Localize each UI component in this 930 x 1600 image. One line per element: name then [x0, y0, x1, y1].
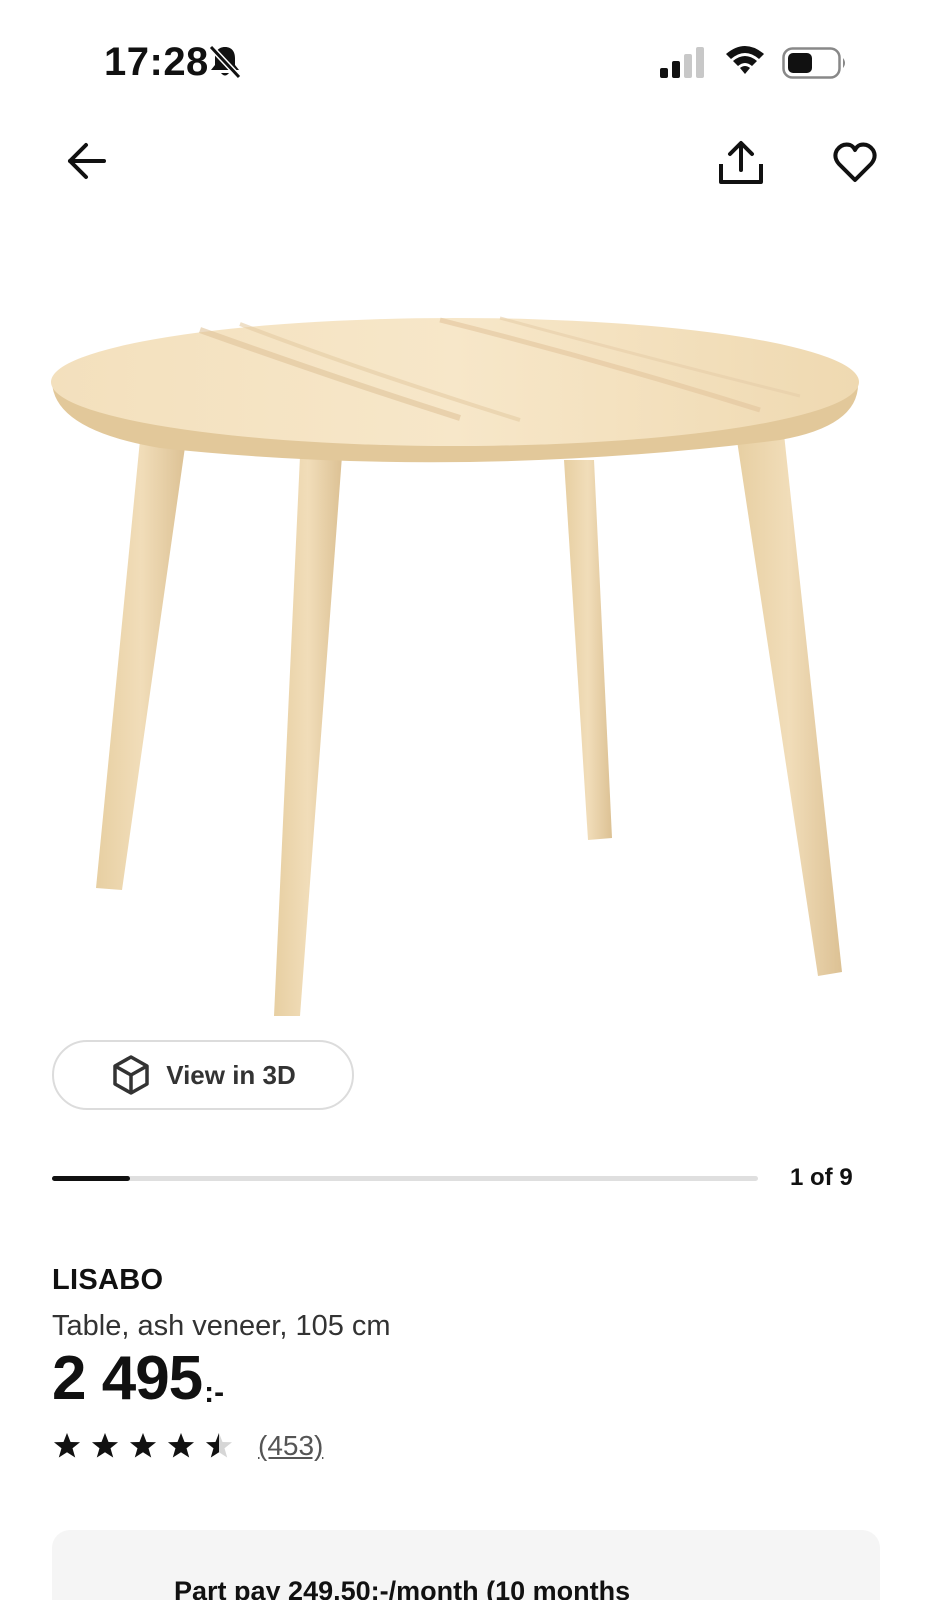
star-half-icon — [206, 1433, 232, 1458]
review-count[interactable]: (453) — [258, 1430, 323, 1462]
star-full-icon — [92, 1433, 118, 1458]
star-full-icon — [130, 1433, 156, 1458]
bell-slash-icon — [208, 44, 242, 80]
heart-icon[interactable] — [832, 140, 878, 186]
status-time: 17:28 — [104, 40, 209, 84]
carousel-counter: 1 of 9 — [790, 1164, 853, 1191]
wifi-icon — [726, 46, 764, 74]
rating[interactable]: (453) — [52, 1430, 323, 1462]
price-suffix: :- — [204, 1376, 225, 1409]
star-full-icon — [54, 1433, 80, 1458]
price-value: 2 495 — [52, 1344, 203, 1413]
product-name: LISABO — [52, 1264, 164, 1296]
cube-3d-icon — [113, 1055, 149, 1095]
arrow-left-icon[interactable] — [64, 138, 110, 184]
battery-icon — [782, 47, 845, 79]
status-bar: 17:28 — [0, 0, 930, 120]
product-image[interactable] — [40, 300, 890, 1060]
carousel-progress[interactable] — [52, 1176, 758, 1181]
cellular-signal-icon — [660, 47, 704, 78]
part-pay-box[interactable]: Part pay 249.50:-/month (10 months — [52, 1530, 880, 1600]
share-icon[interactable] — [716, 138, 766, 188]
view-in-3d-button[interactable]: View in 3D — [52, 1040, 354, 1110]
view-in-3d-label: View in 3D — [166, 1059, 296, 1090]
product-price: 2 495 :- — [52, 1348, 224, 1410]
part-pay-text: Part pay 249.50:-/month (10 months — [174, 1576, 631, 1600]
carousel-progress-fill — [52, 1176, 131, 1181]
product-description: Table, ash veneer, 105 cm — [52, 1310, 391, 1342]
star-full-icon — [168, 1433, 194, 1458]
